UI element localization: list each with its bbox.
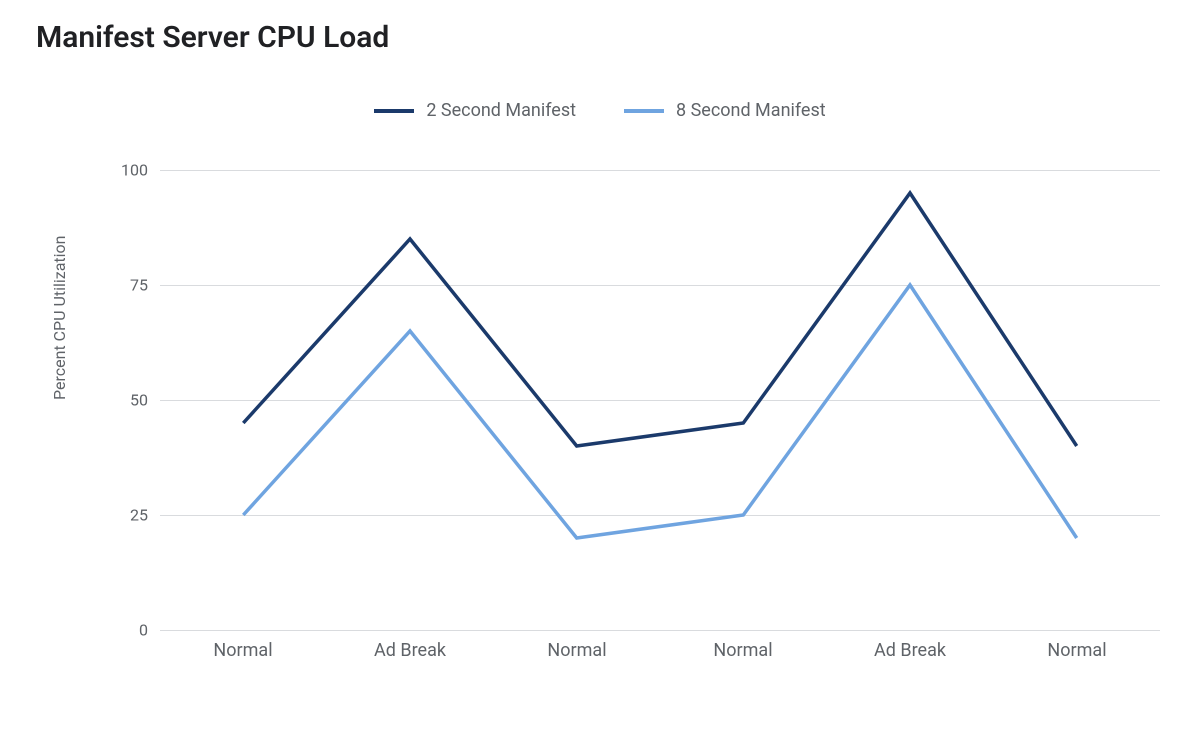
y-tick-label: 50 (88, 391, 148, 410)
x-tick-label: Normal (1047, 640, 1106, 661)
chart-title: Manifest Server CPU Load (36, 20, 389, 55)
x-tick-label: Normal (713, 640, 772, 661)
x-tick-label: Normal (213, 640, 272, 661)
chart-legend: 2 Second Manifest 8 Second Manifest (0, 100, 1200, 121)
legend-label-2s: 2 Second Manifest (426, 100, 576, 121)
gridline (160, 630, 1160, 631)
chart-container: Manifest Server CPU Load 2 Second Manife… (0, 0, 1200, 742)
legend-swatch-2s (374, 109, 414, 113)
y-tick-label: 0 (88, 621, 148, 640)
x-tick-label: Ad Break (874, 640, 946, 661)
legend-swatch-8s (624, 109, 664, 113)
y-tick-label: 75 (88, 276, 148, 295)
y-axis-label: Percent CPU Utilization (50, 235, 69, 400)
y-tick-label: 25 (88, 506, 148, 525)
chart-lines (160, 170, 1160, 630)
x-tick-label: Ad Break (374, 640, 446, 661)
x-tick-label: Normal (547, 640, 606, 661)
legend-item-2s[interactable]: 2 Second Manifest (374, 100, 576, 121)
legend-item-8s[interactable]: 8 Second Manifest (624, 100, 826, 121)
series-line-8s (243, 285, 1076, 538)
plot-area: 0 25 50 75 100 Normal Ad Break Normal No… (160, 170, 1160, 630)
series-line-2s (243, 193, 1076, 446)
y-tick-label: 100 (88, 161, 148, 180)
legend-label-8s: 8 Second Manifest (676, 100, 826, 121)
